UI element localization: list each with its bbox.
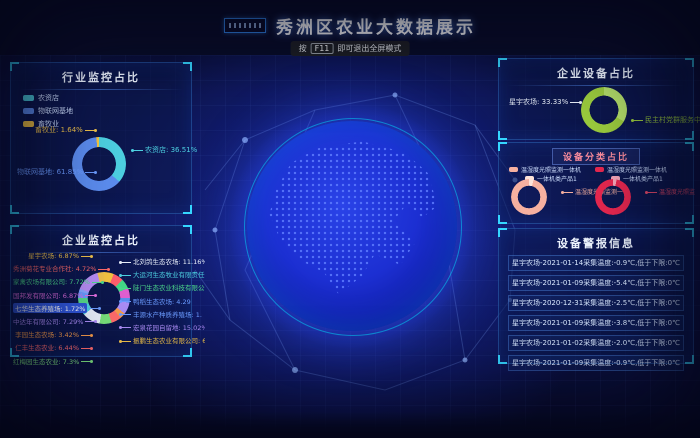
- hint-prefix: 按: [299, 43, 307, 54]
- legend-label: 温湿度光照监测一体机: [521, 165, 581, 174]
- device-class-donut-left[interactable]: [511, 179, 547, 215]
- device-class-donut-right[interactable]: [595, 179, 631, 215]
- dashboard-root: 秀洲区农业大数据展示 按 F11 即可退出全屏模式 行业监控占比 农资店 物联网…: [0, 0, 700, 438]
- legend-swatch: [23, 108, 34, 114]
- equipment-donut-chart[interactable]: [581, 87, 627, 133]
- panel-title: 行业监控占比: [11, 69, 191, 85]
- slice-label-store: 农资店: 36.51%: [131, 145, 197, 155]
- panel-device-class-ratio: 设备分类占比 温湿度光照监测一体机 一体机类产品1 温湿度光照监测一 温湿度光照…: [498, 142, 694, 224]
- slice-label: 宏泉花园自留地: 15.02%: [119, 322, 205, 332]
- slice-label: 红梅园生态农业: 7.3%: [13, 356, 93, 366]
- slice-label: 家禽农场有限公司: 7.72%: [13, 276, 93, 286]
- enterprise-labels-right: 北刘鸽生态农场: 11.16% 大运河生态牧业有限责任公 陡门生态农业科技有限公…: [119, 256, 205, 348]
- alarm-row: 星宇农场-2021-01-02采集温度:-2.0℃,低于下限:0℃: [508, 335, 684, 351]
- slice-label-highlighted: 七华生态养殖场: 1.72%: [13, 303, 93, 313]
- header-brand: 秀洲区农业大数据展示: [0, 13, 700, 38]
- slice-label: 北刘鸽生态农场: 11.16%: [119, 256, 205, 266]
- legend-label: 物联网基地: [38, 106, 73, 116]
- slice-label: 星宇农场: 6.87%: [13, 250, 93, 260]
- legend-swatch: [595, 167, 604, 172]
- panel-title: 设备分类占比: [552, 148, 640, 165]
- alarm-row: 星宇农场-2021-01-09采集温度:-3.8℃,低于下限:0℃: [508, 315, 684, 331]
- slice-label: 李园生态农场: 3.42%: [13, 329, 93, 339]
- f11-key: F11: [311, 43, 334, 54]
- legend-label: 一体机类产品1: [537, 174, 577, 183]
- bottom-fade: [0, 412, 700, 438]
- slice-label: 仁丰生态农业: 6.44%: [13, 342, 93, 352]
- legend-swatch: [23, 95, 34, 101]
- panel-industry-ratio: 行业监控占比 农资店 物联网基地 畜牧业 畜牧业: 1.64% 农资店: 36.…: [10, 62, 192, 214]
- alarm-row: 星宇农场-2020-12-31采集温度:-2.5℃,低于下限:0℃: [508, 295, 684, 311]
- enterprise-labels-left: 星宇农场: 6.87% 秀洲菊花专业合作社: 4.72% 家禽农场有限公司: 7…: [13, 250, 93, 369]
- device-class-label-right: 温湿度光照监: [645, 187, 695, 196]
- panel-divider: [507, 85, 685, 86]
- legend-swatch: [23, 121, 34, 127]
- panel-equipment-ratio: 企业设备占比 星宇农场: 33.33% 民主村党群服务中心: [498, 58, 694, 140]
- legend-swatch: [509, 167, 518, 172]
- fullscreen-hint: 按 F11 即可退出全屏模式: [291, 41, 410, 56]
- brand-logo: [224, 18, 266, 33]
- panel-title: 企业监控占比: [11, 232, 191, 248]
- hint-suffix: 即可退出全屏模式: [337, 43, 401, 54]
- alarm-row: 星宇农场-2021-01-14采集温度:-0.9℃,低于下限:0℃: [508, 255, 684, 271]
- legend-label: 一体机类产品1: [623, 174, 663, 183]
- page-title: 秀洲区农业大数据展示: [276, 13, 476, 38]
- alarm-list: 星宇农场-2021-01-14采集温度:-0.9℃,低于下限:0℃ 星宇农场-2…: [508, 255, 684, 375]
- panel-title: 企业设备占比: [499, 65, 693, 81]
- slice-label-livestock: 畜牧业: 1.64%: [35, 125, 97, 135]
- slice-label: 中达年有限公司: 7.29%: [13, 316, 93, 326]
- alarm-row: 星宇农场-2021-01-09采集温度:-0.9℃,低于下限:0℃: [508, 355, 684, 371]
- legend-item-right-1[interactable]: 温湿度光照监测一体机: [595, 165, 667, 174]
- slice-label: 秀洲菊花专业合作社: 4.72%: [13, 263, 93, 273]
- panel-title: 设备警报信息: [499, 235, 693, 251]
- slice-label: 鸭稻生态农场: 4.29: [119, 296, 205, 306]
- panel-enterprise-ratio: 企业监控占比 星宇农场: 6.87% 秀洲菊花专业合作社: 4.72% 家禽农场…: [10, 225, 192, 357]
- globe-ring: [244, 118, 462, 336]
- slice-label-iot: 物联网基地: 61.85%: [17, 167, 97, 177]
- panel-alarm-info: 设备警报信息 星宇农场-2021-01-14采集温度:-0.9℃,低于下限:0℃…: [498, 228, 694, 364]
- legend-label: 温湿度光照监测一体机: [607, 165, 667, 174]
- slice-label: 振鹏生态农业有限公司: 6.87%: [119, 335, 205, 345]
- industry-donut-chart[interactable]: [72, 137, 126, 191]
- alarm-row: 星宇农场-2021-01-09采集温度:-5.4℃,低于下限:0℃: [508, 275, 684, 291]
- legend-item-iot[interactable]: 物联网基地: [23, 106, 191, 116]
- slice-label: 陡门生态农业科技有限公: [119, 282, 205, 292]
- slice-label: 丰源水产种质养殖场: 1.: [119, 309, 205, 319]
- slice-label-minzhu: 民主村党群服务中心: [631, 115, 700, 125]
- slice-label: 国邦发有限公司: 6.87%: [13, 290, 93, 300]
- legend-label: 农资店: [38, 93, 59, 103]
- legend-item-store[interactable]: 农资店: [23, 93, 191, 103]
- legend-item-left-1[interactable]: 温湿度光照监测一体机: [509, 165, 581, 174]
- panel-divider: [19, 89, 183, 90]
- slice-label-xingyu: 星宇农场: 33.33%: [509, 97, 582, 107]
- slice-label: 大运河生态牧业有限责任公: [119, 269, 205, 279]
